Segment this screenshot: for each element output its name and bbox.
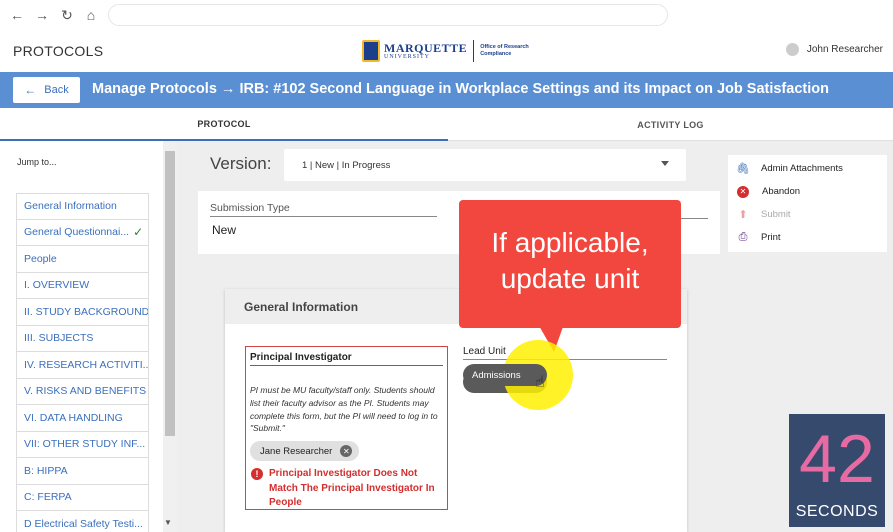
sidebar-item-ferpa[interactable]: C: FERPA: [16, 484, 149, 511]
browser-toolbar: ← → ↻ ⌂: [0, 0, 893, 30]
countdown-timer: 42 SECONDS: [789, 414, 885, 527]
version-select[interactable]: 1 | New | In Progress: [284, 149, 686, 181]
section-nav: General Information General Questionnai.…: [16, 193, 149, 532]
checkmark-icon: ✓: [133, 225, 144, 240]
sidebar-item-other-study-info[interactable]: VII: OTHER STUDY INF...: [16, 431, 149, 458]
logo-office-line2: Compliance: [480, 51, 512, 57]
app-header: PROTOCOLS MARQUETTE UNIVERSITY Office of…: [0, 30, 893, 72]
pi-chip[interactable]: Jane Researcher ✕: [250, 441, 360, 461]
cancel-circle-icon: ✕: [737, 185, 749, 198]
callout-text: If applicable, update unit: [491, 227, 649, 294]
scroll-down-icon[interactable]: ▼: [164, 518, 172, 527]
tab-activity-log[interactable]: ACTIVITY LOG: [448, 108, 893, 141]
version-label: Version:: [210, 154, 272, 173]
submit-button[interactable]: ⬆ Submit: [736, 203, 886, 226]
browser-home-icon[interactable]: ⌂: [82, 6, 100, 24]
user-name: John Researcher: [806, 44, 883, 55]
tab-bar: PROTOCOL ACTIVITY LOG: [0, 108, 893, 141]
timer-value: 42: [799, 421, 875, 497]
address-bar[interactable]: [108, 4, 668, 26]
sidebar-item-subjects[interactable]: III. SUBJECTS: [16, 325, 149, 352]
university-seal-icon: [362, 40, 380, 62]
browser-back-icon[interactable]: ←: [8, 6, 26, 24]
submission-type-value: New: [212, 223, 237, 237]
sidebar-item-people[interactable]: People: [16, 246, 149, 273]
app-name: PROTOCOLS: [13, 43, 104, 59]
submission-type-label: Submission Type: [210, 202, 437, 217]
logo-name: MARQUETTE: [384, 41, 468, 55]
sidebar-item-general-information[interactable]: General Information: [16, 193, 149, 220]
title-bar: ← Back Manage Protocols → IRB: #102 Seco…: [0, 72, 893, 108]
version-value: 1 | New | In Progress: [302, 159, 391, 171]
tab-protocol[interactable]: PROTOCOL: [0, 108, 448, 141]
timer-label: SECONDS: [795, 503, 879, 520]
abandon-button[interactable]: ✕ Abandon: [736, 180, 886, 203]
sidebar-item-hippa[interactable]: B: HIPPA: [16, 458, 149, 485]
sidebar-item-general-questionnaire[interactable]: General Questionnai... ✓: [16, 219, 149, 246]
sidebar-item-research-activities[interactable]: IV. RESEARCH ACTIVITI...: [16, 352, 149, 379]
sidebar-item-electrical-safety[interactable]: D Electrical Safety Testi...: [16, 511, 149, 532]
avatar: [785, 43, 799, 56]
actions-card: 🖇 Admin Attachments ✕ Abandon ⬆ Submit ⎙…: [728, 155, 887, 252]
admin-attachments-button[interactable]: 🖇 Admin Attachments: [736, 157, 886, 180]
sidebar-item-risks-benefits[interactable]: V. RISKS AND BENEFITS: [16, 378, 149, 405]
sidebar-item-study-background[interactable]: II. STUDY BACKGROUND: [16, 299, 149, 326]
logo-divider: [473, 40, 475, 62]
back-label: Back: [44, 84, 69, 96]
paperclip-icon: 🖇: [736, 163, 750, 175]
chevron-down-icon: [661, 161, 669, 166]
screen: ← → ↻ ⌂ PROTOCOLS MARQUETTE UNIVERSITY O…: [0, 0, 893, 532]
browser-forward-icon[interactable]: →: [33, 6, 51, 24]
page-title: Manage Protocols → IRB: #102 Second Lang…: [92, 81, 829, 97]
print-button[interactable]: ⎙ Print: [736, 226, 886, 249]
sidebar: Jump to... General Information General Q…: [0, 141, 177, 532]
remove-chip-icon[interactable]: ✕: [340, 445, 353, 457]
upload-icon: ⬆: [738, 209, 748, 221]
marquette-logo: MARQUETTE UNIVERSITY Office of Research …: [362, 37, 529, 65]
pi-error-text: Principal Investigator Does Not Match Th…: [269, 468, 435, 508]
error-icon: !: [251, 468, 263, 480]
printer-icon: ⎙: [738, 231, 748, 243]
user-menu[interactable]: John Researcher: [785, 43, 883, 56]
back-button[interactable]: ← Back: [13, 77, 80, 103]
sidebar-item-overview[interactable]: I. OVERVIEW: [16, 272, 149, 299]
hand-cursor-icon: ☝: [535, 374, 545, 391]
principal-investigator-field: Principal Investigator PI must be MU fac…: [245, 346, 448, 510]
pi-chip-label: Jane Researcher: [260, 445, 333, 457]
browser-reload-icon[interactable]: ↻: [58, 6, 76, 24]
logo-office-line1: Office of Research: [480, 44, 529, 51]
jump-to-label: Jump to...: [17, 157, 57, 167]
arrow-left-icon: ←: [24, 83, 37, 97]
scrollbar-thumb[interactable]: [165, 151, 175, 436]
sidebar-item-data-handling[interactable]: VI. DATA HANDLING: [16, 405, 149, 432]
pi-label: Principal Investigator: [250, 352, 443, 366]
pi-error-message: ! Principal Investigator Does Not Match …: [251, 467, 446, 511]
pi-help-text: PI must be MU faculty/staff only. Studen…: [250, 385, 438, 434]
